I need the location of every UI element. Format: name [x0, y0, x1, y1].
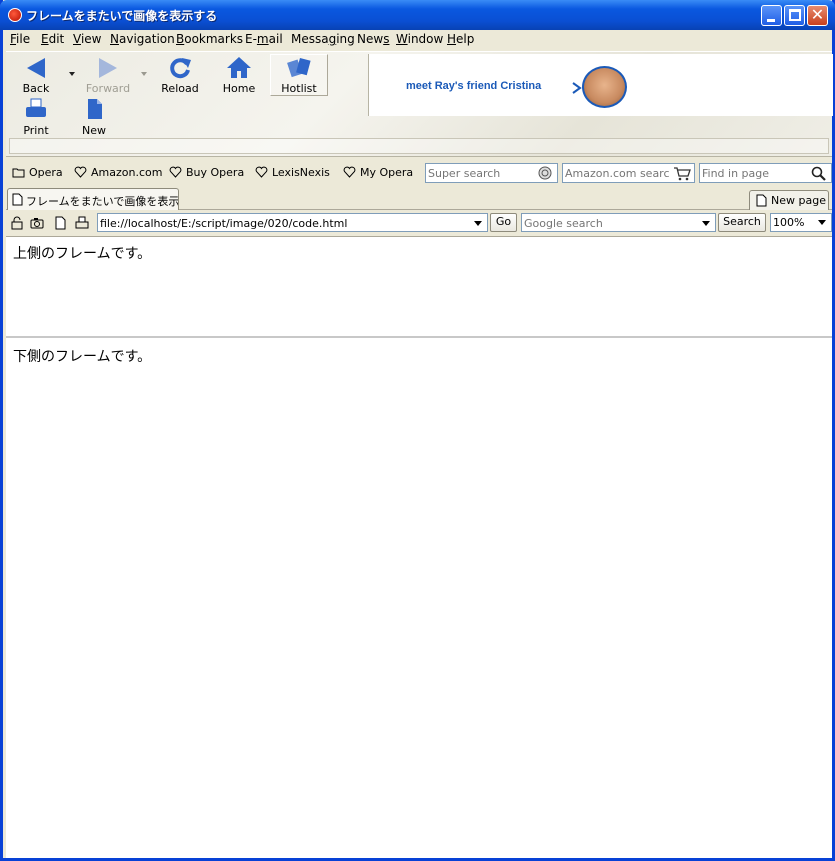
bookmark-my-opera[interactable]: My Opera	[343, 166, 413, 179]
security-lock-icon[interactable]	[10, 216, 24, 230]
bookmark-opera-folder[interactable]: Opera	[12, 166, 63, 179]
folder-icon	[12, 168, 25, 178]
hotlist-button[interactable]: Hotlist	[270, 54, 328, 96]
minimize-icon	[767, 19, 775, 22]
new-page-toolbar-button[interactable]: New	[66, 96, 122, 138]
forward-label: Forward	[85, 82, 131, 95]
menu-bookmarks[interactable]: Bookmarks	[176, 32, 243, 46]
url-input[interactable]	[100, 216, 465, 230]
personal-bar: Opera Amazon.com Buy Opera LexisNexis My…	[6, 160, 832, 186]
new-page-label: New page	[771, 194, 826, 207]
main-toolbar: Back Forward Reload Home Hotlist Print N…	[6, 51, 833, 157]
opera-logo-icon	[8, 8, 22, 22]
address-bar: Go Search 100%	[6, 210, 832, 236]
url-field	[97, 213, 488, 232]
new-label: New	[82, 124, 106, 137]
page-content: 上側のフレームです。 下側のフレームです。	[6, 236, 832, 858]
heart-icon	[74, 166, 87, 178]
print-button[interactable]: Print	[8, 96, 64, 138]
find-in-page-box	[699, 163, 832, 183]
reload-button[interactable]: Reload	[152, 54, 208, 96]
home-button[interactable]: Home	[211, 54, 267, 96]
minimize-button[interactable]	[761, 5, 782, 26]
printer-icon	[26, 98, 46, 117]
menu-view[interactable]: View	[73, 32, 101, 46]
back-arrow-icon	[27, 58, 45, 78]
bookmark-amazon[interactable]: Amazon.com	[74, 166, 162, 179]
close-icon: ✕	[810, 5, 825, 24]
go-button[interactable]: Go	[490, 213, 517, 232]
browser-window: フレームをまたいで画像を表示する ✕ File Edit View Naviga…	[0, 0, 835, 861]
advertisement-banner[interactable]: meet Ray's friend Cristina	[368, 54, 833, 116]
banner-portrait-image	[582, 66, 627, 108]
bookmark-lexisnexis[interactable]: LexisNexis	[255, 166, 330, 179]
google-search-input[interactable]	[524, 216, 694, 230]
amazon-search-box	[562, 163, 695, 183]
back-label: Back	[22, 82, 50, 95]
back-button[interactable]: Back	[8, 54, 64, 96]
bookmark-buy-opera[interactable]: Buy Opera	[169, 166, 244, 179]
tab-active-page[interactable]: フレームをまたいで画像を表示...	[7, 188, 179, 210]
heart-icon	[169, 166, 182, 178]
super-search-input[interactable]	[428, 166, 532, 180]
magnifier-globe-icon[interactable]	[534, 165, 556, 181]
banner-text: meet Ray's friend Cristina	[406, 80, 542, 92]
tab-title: フレームをまたいで画像を表示...	[26, 195, 179, 208]
window-title: フレームをまたいで画像を表示する	[26, 9, 218, 23]
amazon-search-input[interactable]	[565, 166, 669, 180]
zoom-value: 100%	[773, 216, 805, 229]
menu-email[interactable]: E-mail	[245, 32, 283, 46]
menu-window[interactable]: Window	[396, 32, 443, 46]
back-history-dropdown-icon[interactable]	[69, 72, 75, 76]
title-bar[interactable]: フレームをまたいで画像を表示する ✕	[0, 0, 835, 30]
print-label: Print	[23, 124, 49, 137]
search-engine-dropdown-icon[interactable]	[699, 217, 713, 230]
url-history-dropdown-icon[interactable]	[471, 217, 485, 230]
menu-news[interactable]: News	[357, 32, 389, 46]
tab-bar: フレームをまたいで画像を表示... New page	[6, 186, 832, 210]
bottom-frame-text: 下側のフレームです。	[13, 349, 152, 365]
menu-file[interactable]: File	[10, 32, 30, 46]
heart-icon	[255, 166, 268, 178]
home-icon	[227, 57, 251, 78]
google-search-field	[521, 213, 716, 232]
maximize-button[interactable]	[784, 5, 805, 26]
hotlist-label: Hotlist	[281, 82, 317, 95]
menu-navigation[interactable]: Navigation	[110, 32, 175, 46]
zoom-dropdown-icon[interactable]	[815, 216, 829, 229]
super-search-box	[425, 163, 558, 183]
top-frame: 上側のフレームです。	[6, 237, 832, 338]
bottom-frame: 下側のフレームです。	[6, 340, 832, 859]
menu-messaging[interactable]: Messaging	[291, 32, 355, 46]
reload-label: Reload	[161, 82, 199, 95]
new-document-icon	[88, 99, 102, 119]
camera-icon[interactable]	[30, 216, 44, 230]
forward-history-dropdown-icon[interactable]	[141, 72, 147, 76]
home-label: Home	[222, 82, 256, 95]
page-icon	[12, 193, 23, 206]
new-page-icon	[756, 194, 767, 207]
forward-button[interactable]: Forward	[80, 54, 136, 96]
forward-arrow-icon	[99, 58, 117, 78]
printer-small-icon[interactable]	[75, 216, 89, 230]
shopping-cart-icon[interactable]	[671, 165, 693, 181]
zoom-select[interactable]: 100%	[770, 213, 832, 232]
document-icon[interactable]	[54, 216, 68, 230]
search-button[interactable]: Search	[718, 213, 766, 232]
find-in-page-input[interactable]	[702, 166, 806, 180]
menu-help[interactable]: Help	[447, 32, 474, 46]
new-page-tab-button[interactable]: New page	[749, 190, 829, 210]
top-frame-text: 上側のフレームです。	[13, 246, 152, 262]
menu-edit[interactable]: Edit	[41, 32, 64, 46]
reload-icon	[170, 58, 191, 79]
search-icon[interactable]	[808, 165, 830, 181]
maximize-icon	[789, 9, 801, 21]
menu-bar: File Edit View Navigation Bookmarks E-ma…	[3, 30, 832, 50]
heart-icon	[343, 166, 356, 178]
close-button[interactable]: ✕	[807, 5, 828, 26]
banner-arrow-icon	[572, 82, 582, 94]
hotlist-cards-icon	[287, 57, 311, 78]
toolbar-strip	[9, 138, 829, 154]
